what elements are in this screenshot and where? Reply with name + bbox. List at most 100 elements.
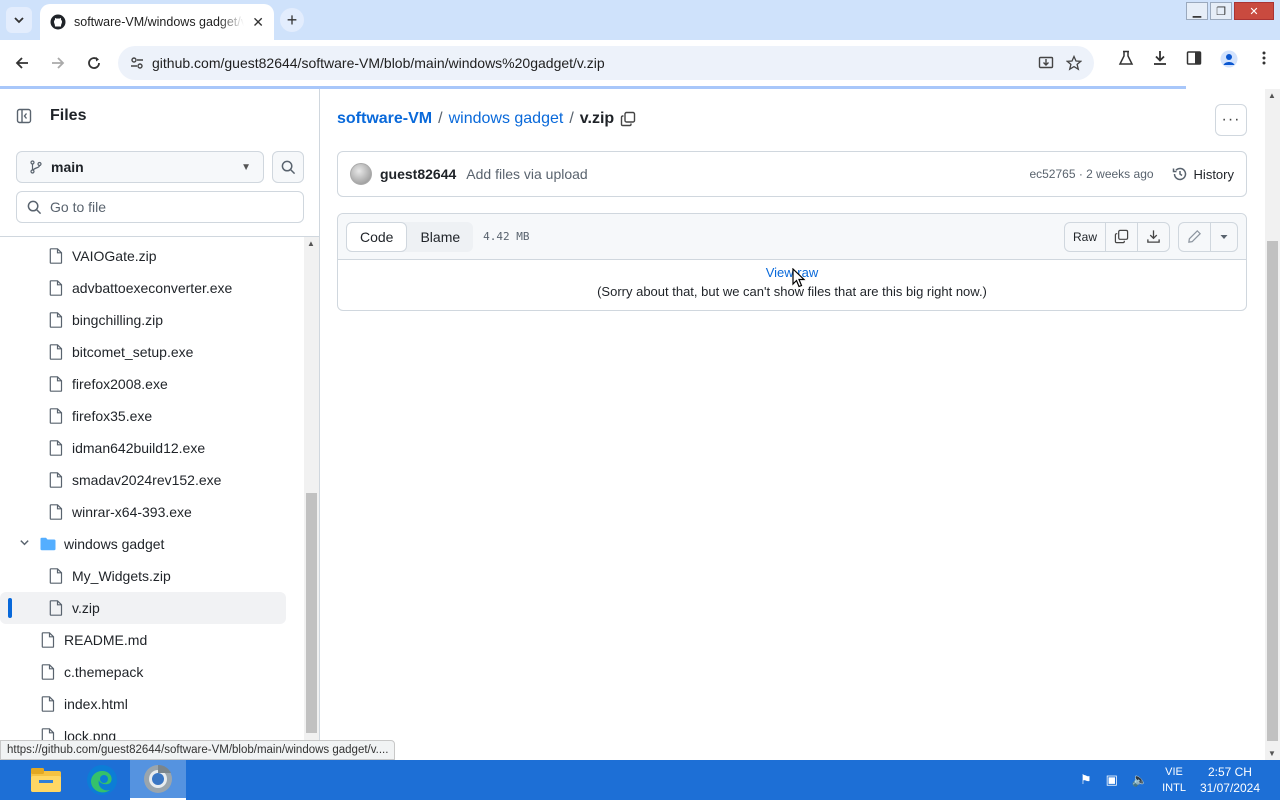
tree-file-item[interactable]: My_Widgets.zip [0, 560, 304, 592]
latest-commit-bar: guest82644 Add files via upload ec52765 … [337, 151, 1247, 197]
go-to-file-input[interactable]: Go to file [16, 191, 304, 223]
copy-path-icon[interactable] [620, 111, 636, 127]
input-language[interactable]: VIE INTL [1162, 764, 1186, 796]
address-bar[interactable]: github.com/guest82644/software-VM/blob/m… [118, 46, 1094, 80]
caret-down-icon: ▼ [241, 161, 251, 173]
edit-options-button[interactable] [1211, 223, 1237, 251]
commit-message-link[interactable]: Add files via upload [466, 166, 587, 182]
clock[interactable]: 2:57 CH 31/07/2024 [1200, 764, 1260, 796]
bookmark-star-icon[interactable] [1066, 55, 1082, 71]
file-icon [48, 600, 64, 616]
volume-muted-icon[interactable]: 🔈 [1132, 772, 1148, 788]
raw-button[interactable]: Raw [1065, 222, 1106, 251]
file-action-group: Raw [1063, 221, 1170, 252]
close-window-icon[interactable]: ✕ [1234, 2, 1274, 20]
browser-menu-icon[interactable] [1256, 50, 1272, 66]
tree-file-label: firefox35.exe [72, 408, 153, 424]
avatar[interactable] [350, 163, 372, 185]
tree-file-label: c.themepack [64, 664, 144, 680]
file-icon [48, 312, 64, 328]
file-icon [48, 248, 64, 264]
file-content-box: Code Blame 4.42 MB Raw View raw (Sorry a… [337, 213, 1247, 311]
search-icon [281, 160, 295, 174]
file-icon [40, 632, 56, 648]
page-scrollbar[interactable]: ▲ ▼ [1265, 89, 1280, 760]
taskbar-file-explorer[interactable] [18, 760, 74, 800]
tree-file-label: README.md [64, 632, 148, 648]
tree-file-item[interactable]: winrar-x64-393.exe [0, 496, 304, 528]
action-center-flag-icon[interactable]: ⚑ [1080, 772, 1092, 788]
tree-file-label: idman642build12.exe [72, 440, 206, 456]
tree-file-item[interactable]: README.md [0, 624, 304, 656]
keyboard-layout: INTL [1162, 782, 1186, 794]
downloads-icon[interactable] [1152, 50, 1168, 66]
restore-icon[interactable]: ❐ [1210, 2, 1232, 20]
tree-file-item[interactable]: VAIOGate.zip [0, 240, 304, 272]
scrollbar-thumb[interactable] [306, 493, 317, 733]
tree-file-item[interactable]: index.html [0, 688, 304, 720]
close-tab-icon[interactable]: ✕ [252, 14, 264, 31]
file-tree-scrollbar[interactable]: ▲ [304, 237, 319, 760]
file-tree-panel: Files main ▼ Go to file VAIOGate.zip advb… [0, 89, 320, 760]
caret-down-icon [1220, 234, 1228, 239]
url-text[interactable]: github.com/guest82644/software-VM/blob/m… [152, 55, 605, 71]
scroll-up-icon[interactable]: ▲ [307, 239, 315, 248]
branch-name: main [51, 159, 84, 175]
scroll-up-icon[interactable]: ▲ [1268, 91, 1276, 100]
profile-avatar-icon[interactable] [1220, 50, 1238, 68]
tree-file-label: firefox2008.exe [72, 376, 168, 392]
tree-file-label: smadav2024rev152.exe [72, 472, 222, 488]
more-options-button[interactable]: ··· [1215, 104, 1247, 136]
chevron-down-icon [14, 17, 24, 24]
file-icon [48, 376, 64, 392]
tree-file-item[interactable]: idman642build12.exe [0, 432, 304, 464]
browser-tab-strip: software-VM/windows gadget/v.zip at main… [0, 0, 1280, 40]
install-app-icon[interactable] [1038, 55, 1054, 71]
back-button[interactable] [4, 45, 40, 81]
breadcrumb-folder-link[interactable]: windows gadget [449, 110, 564, 128]
breadcrumb-repo-link[interactable]: software-VM [337, 110, 432, 128]
tree-file-item[interactable]: advbattoexeconverter.exe [0, 272, 304, 304]
forward-button[interactable] [40, 45, 76, 81]
tree-file-item[interactable]: bitcomet_setup.exe [0, 336, 304, 368]
download-raw-button[interactable] [1138, 223, 1169, 251]
tree-file-label: index.html [64, 696, 128, 712]
scroll-down-icon[interactable]: ▼ [1268, 749, 1276, 758]
branch-selector[interactable]: main ▼ [16, 151, 264, 183]
reload-button[interactable] [76, 45, 112, 81]
tree-file-item[interactable]: v.zip [0, 592, 286, 624]
site-info-icon[interactable] [130, 56, 144, 70]
tab-search-button[interactable] [6, 7, 32, 33]
minimize-icon[interactable]: ▁ [1186, 2, 1208, 20]
tree-file-label: advbattoexeconverter.exe [72, 280, 233, 296]
code-tab[interactable]: Code [346, 221, 408, 252]
taskbar-edge[interactable] [74, 760, 130, 800]
tree-folder-windows-gadget[interactable]: windows gadget [0, 528, 304, 560]
chevron-down-icon[interactable] [16, 537, 32, 551]
tree-file-item[interactable]: smadav2024rev152.exe [0, 464, 304, 496]
labs-flask-icon[interactable] [1118, 50, 1134, 66]
side-panel-icon[interactable] [1186, 50, 1202, 66]
history-button[interactable]: History [1172, 166, 1234, 182]
taskbar-chrome[interactable] [130, 760, 186, 800]
selected-indicator [8, 598, 12, 618]
search-files-button[interactable] [272, 151, 304, 183]
commit-sha-and-time[interactable]: ec52765 · 2 weeks ago [1029, 167, 1153, 181]
copy-raw-button[interactable] [1106, 222, 1138, 251]
tree-file-item[interactable]: c.themepack [0, 656, 304, 688]
blame-tab[interactable]: Blame [407, 222, 473, 252]
browser-tab[interactable]: software-VM/windows gadget/v.zip at main… [40, 4, 274, 40]
scrollbar-thumb[interactable] [1267, 241, 1278, 741]
edit-file-button[interactable] [1179, 222, 1211, 251]
mouse-cursor-icon [792, 268, 806, 288]
tree-file-item[interactable]: firefox35.exe [0, 400, 304, 432]
network-icon[interactable]: ▣ [1106, 772, 1118, 788]
windows-taskbar: ⚑ ▣ 🔈 VIE INTL 2:57 CH 31/07/2024 [0, 760, 1280, 800]
file-header: Code Blame 4.42 MB Raw [338, 214, 1246, 260]
collapse-sidebar-icon[interactable] [16, 108, 32, 124]
tree-file-item[interactable]: bingchilling.zip [0, 304, 304, 336]
new-tab-button[interactable]: + [280, 8, 304, 32]
tree-file-item[interactable]: firefox2008.exe [0, 368, 304, 400]
history-clock-icon [1172, 167, 1186, 181]
commit-author-link[interactable]: guest82644 [380, 166, 456, 182]
